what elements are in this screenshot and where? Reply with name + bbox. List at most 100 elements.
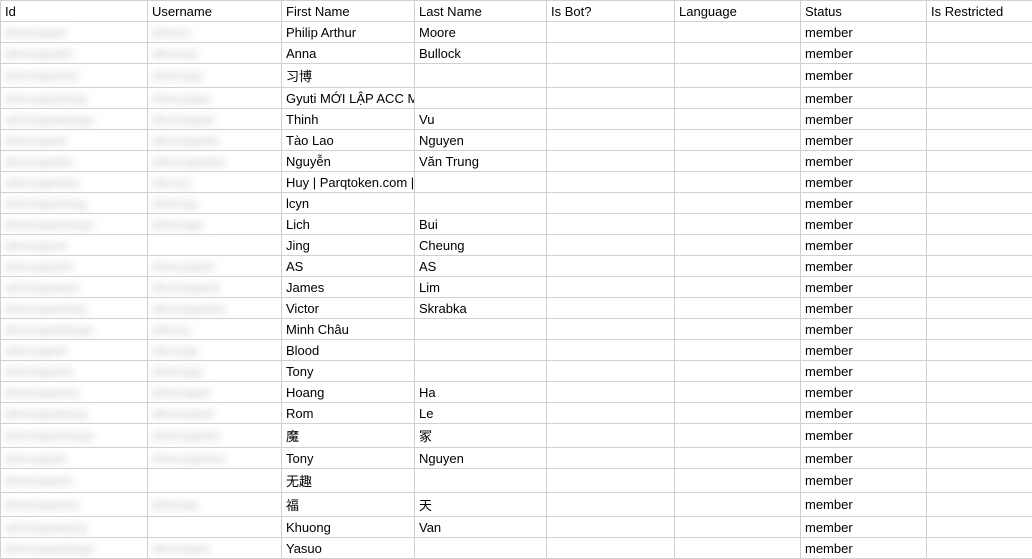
cell-username[interactable]: ahovcjqxe — [148, 382, 282, 403]
table-row[interactable]: ahovcjqxel JingCheung member — [1, 235, 1032, 256]
cell-is-restricted[interactable] — [927, 109, 1032, 130]
cell-status[interactable]: member — [801, 109, 927, 130]
cell-is-restricted[interactable] — [927, 151, 1032, 172]
cell-last-name[interactable]: AS — [415, 256, 547, 277]
cell-status[interactable]: member — [801, 424, 927, 448]
cell-language[interactable] — [675, 517, 801, 538]
cell-status[interactable]: member — [801, 235, 927, 256]
cell-first-name[interactable]: Rom — [282, 403, 415, 424]
cell-language[interactable] — [675, 424, 801, 448]
cell-is-restricted[interactable] — [927, 193, 1032, 214]
cell-username[interactable]: ahovcjq — [148, 493, 282, 517]
cell-is-bot[interactable] — [547, 403, 675, 424]
cell-id[interactable]: ahovcjqxelszgn — [1, 319, 148, 340]
cell-language[interactable] — [675, 22, 801, 43]
cell-id[interactable]: ahovcjqxelsz — [1, 493, 148, 517]
cell-is-restricted[interactable] — [927, 88, 1032, 109]
cell-is-restricted[interactable] — [927, 361, 1032, 382]
cell-is-bot[interactable] — [547, 382, 675, 403]
cell-id[interactable]: ahovcjqxels — [1, 43, 148, 64]
cell-last-name[interactable] — [415, 538, 547, 559]
cell-is-restricted[interactable] — [927, 340, 1032, 361]
cell-status[interactable]: member — [801, 256, 927, 277]
cell-is-bot[interactable] — [547, 448, 675, 469]
cell-first-name[interactable]: 无趣 — [282, 469, 415, 493]
table-row[interactable]: ahovcjqxelszgahovcjqxelRomLemember — [1, 403, 1032, 424]
cell-id[interactable]: ahovcjqxels — [1, 151, 148, 172]
cell-language[interactable] — [675, 235, 801, 256]
cell-username[interactable]: ahovcjq — [148, 193, 282, 214]
col-header-is-restricted[interactable]: Is Restricted — [927, 1, 1032, 22]
cell-username[interactable]: ahovcj — [148, 172, 282, 193]
table-row[interactable]: ahovcjqxelszgahovcjqlcynmember — [1, 193, 1032, 214]
cell-username[interactable]: ahovcjqxelsz — [148, 298, 282, 319]
cell-is-bot[interactable] — [547, 361, 675, 382]
cell-username[interactable]: ahovcjq — [148, 43, 282, 64]
table-row[interactable]: ahovcjqxelszgnahovcjqxelThinhVumember — [1, 109, 1032, 130]
table-row[interactable]: ahovcjqxelahovcjqxelszTonyNguyenmember — [1, 448, 1032, 469]
cell-is-bot[interactable] — [547, 193, 675, 214]
cell-is-restricted[interactable] — [927, 214, 1032, 235]
cell-language[interactable] — [675, 493, 801, 517]
cell-is-bot[interactable] — [547, 88, 675, 109]
cell-id[interactable]: ahovcjqxelsz — [1, 172, 148, 193]
cell-language[interactable] — [675, 109, 801, 130]
cell-is-bot[interactable] — [547, 319, 675, 340]
cell-status[interactable]: member — [801, 403, 927, 424]
cell-last-name[interactable]: Nguyen — [415, 130, 547, 151]
cell-first-name[interactable]: Thinh — [282, 109, 415, 130]
cell-id[interactable]: ahovcjqxels — [1, 361, 148, 382]
cell-language[interactable] — [675, 319, 801, 340]
table-row[interactable]: ahovcjqxelahovcjqBloodmember — [1, 340, 1032, 361]
table-row[interactable]: ahovcjqxelszahovcjqx习博member — [1, 64, 1032, 88]
cell-language[interactable] — [675, 193, 801, 214]
cell-id[interactable]: ahovcjqxelszg — [1, 193, 148, 214]
cell-last-name[interactable] — [415, 64, 547, 88]
cell-is-bot[interactable] — [547, 22, 675, 43]
cell-is-restricted[interactable] — [927, 493, 1032, 517]
cell-username[interactable]: ahovcjqxels — [148, 424, 282, 448]
cell-language[interactable] — [675, 382, 801, 403]
col-header-id[interactable]: Id — [1, 1, 148, 22]
cell-is-restricted[interactable] — [927, 235, 1032, 256]
cell-first-name[interactable]: 魔 — [282, 424, 415, 448]
cell-last-name[interactable]: Vu — [415, 109, 547, 130]
table-row[interactable]: ahovcjqxelsahovcjqAnnaBullockmember — [1, 43, 1032, 64]
cell-language[interactable] — [675, 43, 801, 64]
cell-language[interactable] — [675, 64, 801, 88]
cell-last-name[interactable]: Cheung — [415, 235, 547, 256]
cell-is-bot[interactable] — [547, 109, 675, 130]
cell-is-restricted[interactable] — [927, 538, 1032, 559]
cell-first-name[interactable]: Khuong — [282, 517, 415, 538]
cell-last-name[interactable]: Nguyen — [415, 448, 547, 469]
cell-status[interactable]: member — [801, 151, 927, 172]
col-header-first-name[interactable]: First Name — [282, 1, 415, 22]
cell-id[interactable]: ahovcjqxelsz — [1, 277, 148, 298]
table-row[interactable]: ahovcjqxelszahovcjq福天member — [1, 493, 1032, 517]
table-row[interactable]: ahovcjqxelszgnahovcjqxLichBuimember — [1, 214, 1032, 235]
cell-first-name[interactable]: 福 — [282, 493, 415, 517]
cell-username[interactable]: ahovcj — [148, 22, 282, 43]
cell-username[interactable]: ahovcjqx — [148, 214, 282, 235]
cell-first-name[interactable]: Hoang — [282, 382, 415, 403]
cell-is-restricted[interactable] — [927, 277, 1032, 298]
cell-id[interactable]: ahovcjqxelsz — [1, 64, 148, 88]
cell-is-bot[interactable] — [547, 538, 675, 559]
cell-username[interactable]: ahovcj — [148, 319, 282, 340]
table-row[interactable]: ahovcjqxelsahovcjqxelASASmember — [1, 256, 1032, 277]
cell-status[interactable]: member — [801, 298, 927, 319]
cell-id[interactable]: ahovcjqxelszgn — [1, 214, 148, 235]
cell-language[interactable] — [675, 361, 801, 382]
col-header-last-name[interactable]: Last Name — [415, 1, 547, 22]
cell-first-name[interactable]: Jing — [282, 235, 415, 256]
cell-status[interactable]: member — [801, 88, 927, 109]
cell-is-restricted[interactable] — [927, 517, 1032, 538]
cell-last-name[interactable] — [415, 469, 547, 493]
table-row[interactable]: ahovcjqxels无趣member — [1, 469, 1032, 493]
cell-first-name[interactable]: Anna — [282, 43, 415, 64]
cell-username[interactable]: ahovcjqxelsz — [148, 448, 282, 469]
cell-is-bot[interactable] — [547, 256, 675, 277]
cell-is-restricted[interactable] — [927, 22, 1032, 43]
cell-id[interactable]: ahovcjqxel — [1, 235, 148, 256]
cell-username[interactable]: ahovcjqx — [148, 64, 282, 88]
